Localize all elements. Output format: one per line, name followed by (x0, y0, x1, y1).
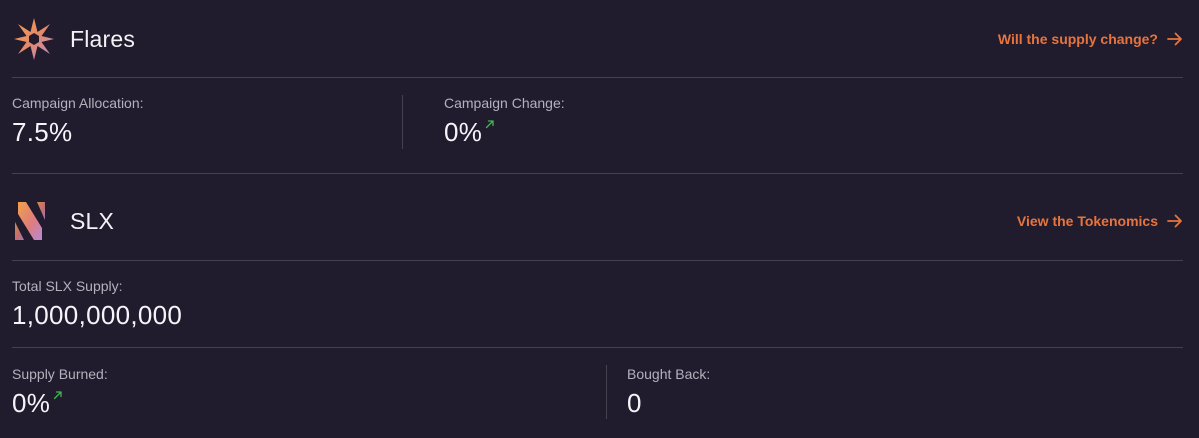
trend-up-icon (53, 390, 63, 400)
flares-star-icon (12, 17, 56, 61)
total-supply-stat: Total SLX Supply: 1,000,000,000 (12, 278, 182, 330)
slx-supply-divider (12, 347, 1183, 348)
supply-burned-label: Supply Burned: (12, 366, 108, 382)
flares-stats-vertical-divider (402, 95, 403, 149)
flares-title: Flares (70, 25, 136, 52)
campaign-change-label: Campaign Change: (444, 95, 565, 111)
slx-title: SLX (70, 207, 115, 234)
slx-stats-vertical-divider (606, 365, 607, 419)
slx-header: SLX View the Tokenomics (12, 199, 1183, 243)
total-supply-number: 1,000,000,000 (12, 300, 183, 330)
total-supply-label: Total SLX Supply: (12, 278, 123, 294)
total-supply-value: 1,000,000,000 (12, 300, 182, 330)
tokenomics-link[interactable]: View the Tokenomics (1017, 213, 1183, 229)
bought-back-number: 0 (627, 388, 642, 418)
flares-header: Flares Will the supply change? (12, 17, 1183, 61)
arrow-right-icon (1167, 214, 1183, 228)
bought-back-value: 0 (627, 388, 710, 418)
campaign-allocation-value: 7.5% (12, 117, 144, 147)
supply-burned-stat: Supply Burned: 0% (12, 366, 108, 418)
flares-title-group: Flares (12, 17, 135, 61)
bought-back-label: Bought Back: (627, 366, 711, 382)
campaign-allocation-stat: Campaign Allocation: 7.5% (12, 95, 144, 147)
tokenomics-link-label: View the Tokenomics (1016, 213, 1158, 229)
slx-title-group: SLX (12, 199, 114, 243)
campaign-allocation-number: 7.5% (12, 117, 73, 147)
arrow-right-icon (1167, 32, 1183, 46)
campaign-change-stat: Campaign Change: 0% (444, 95, 565, 147)
campaign-change-value: 0% (444, 117, 565, 147)
supply-change-link[interactable]: Will the supply change? (998, 31, 1183, 47)
campaign-change-number: 0% (444, 117, 483, 147)
slx-logo-icon (12, 199, 56, 243)
supply-burned-value: 0% (12, 388, 108, 418)
supply-change-link-label: Will the supply change? (997, 31, 1158, 47)
supply-burned-number: 0% (12, 388, 51, 418)
slx-header-divider (12, 260, 1183, 261)
flares-section-divider (12, 173, 1183, 174)
flares-header-divider (12, 77, 1183, 78)
bought-back-stat: Bought Back: 0 (627, 366, 710, 418)
trend-up-icon (485, 119, 495, 129)
campaign-allocation-label: Campaign Allocation: (12, 95, 144, 111)
